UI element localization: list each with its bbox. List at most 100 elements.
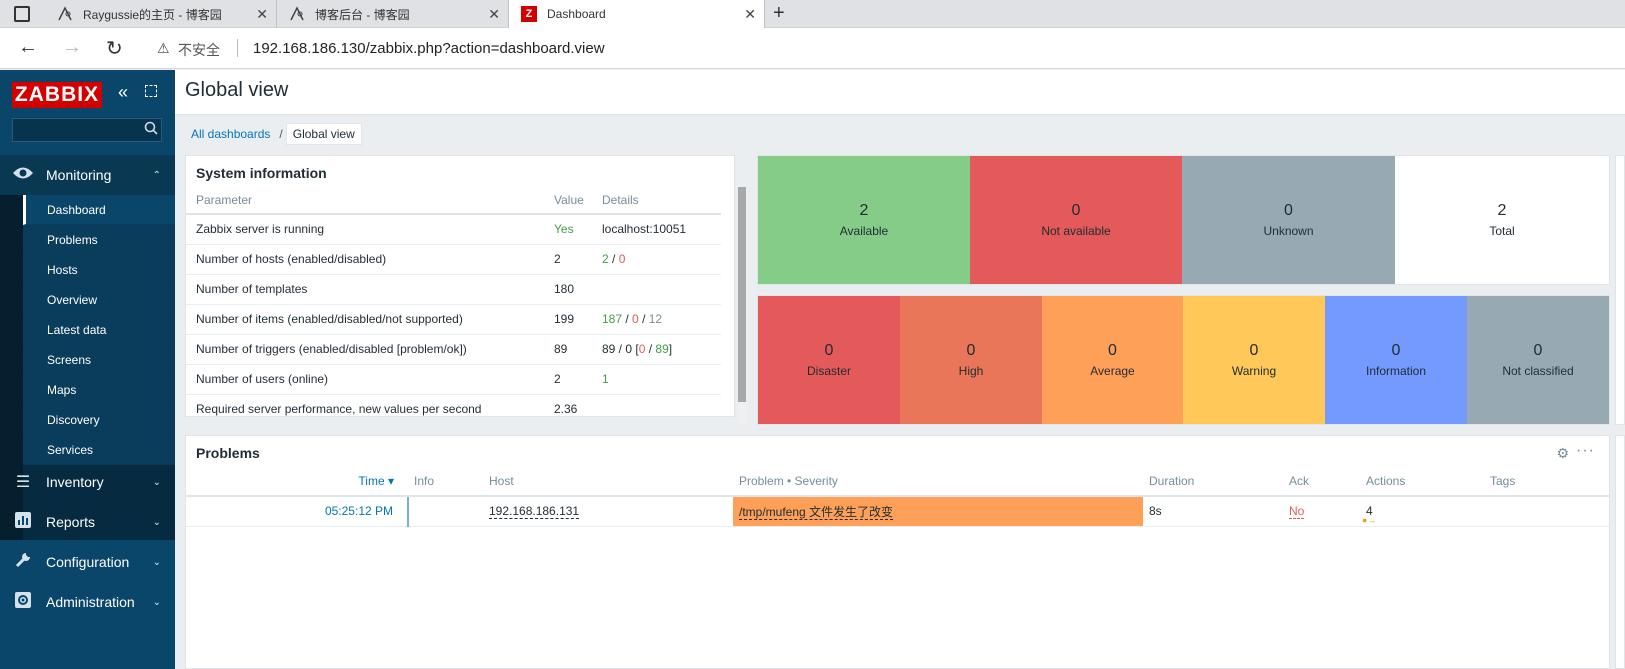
zabbix-favicon-icon: Z <box>521 6 537 22</box>
breadcrumb-separator: / <box>279 127 283 141</box>
col-time[interactable]: Time ▾ <box>186 466 408 497</box>
scrollbar-thumb[interactable] <box>738 187 746 402</box>
time-cell[interactable]: 05:25:12 PM <box>186 496 409 527</box>
gear-box-icon <box>0 591 46 613</box>
close-icon[interactable]: ✕ <box>744 6 756 23</box>
availability-tile-available[interactable]: 2 Available <box>758 156 970 284</box>
submenu-item-services[interactable]: Services <box>23 435 175 465</box>
severity-tile-warning[interactable]: 0 Warning <box>1183 296 1325 424</box>
submenu-item-overview[interactable]: Overview <box>23 285 175 315</box>
separator: / <box>638 312 649 326</box>
table-row: Number of items (enabled/disabled/not su… <box>186 304 721 335</box>
trigger-counts: 89 / 0 [ <box>602 342 639 356</box>
severity-tile-not-classified[interactable]: 0 Not classified <box>1467 296 1609 424</box>
menu-monitoring[interactable]: Monitoring ⌃ <box>0 155 175 195</box>
collapse-sidebar-icon[interactable]: « <box>118 82 128 103</box>
security-label[interactable]: 不安全 <box>178 40 220 60</box>
severity-tile-disaster[interactable]: 0 Disaster <box>758 296 900 424</box>
url-text[interactable]: 192.168.186.130/zabbix.php?action=dashbo… <box>253 40 605 57</box>
main-content: Global view All dashboards / Global view… <box>175 70 1625 669</box>
submenu-item-screens[interactable]: Screens <box>23 345 175 375</box>
param-cell: Required server performance, new values … <box>186 394 544 425</box>
close-icon[interactable]: ✕ <box>488 6 500 23</box>
more-options-icon[interactable]: ··· <box>1576 442 1595 460</box>
forward-icon[interactable]: → <box>62 36 82 59</box>
browser-tab-title: Dashboard <box>547 7 606 21</box>
disabled-count: 0 <box>632 312 639 326</box>
enabled-count: 187 <box>602 312 623 326</box>
browser-tab-3[interactable]: Z Dashboard ✕ <box>509 0 765 28</box>
tile-label: Average <box>1090 364 1135 378</box>
breadcrumb: All dashboards / Global view <box>185 123 362 145</box>
col-parameter: Parameter <box>186 186 544 215</box>
col-details: Details <box>592 186 721 215</box>
submenu-item-discovery[interactable]: Discovery <box>23 405 175 435</box>
window-menu-icon[interactable] <box>14 6 30 22</box>
table-row: Number of hosts (enabled/disabled) 2 2 /… <box>186 244 721 275</box>
menu-configuration[interactable]: Configuration ⌄ <box>0 542 175 582</box>
tile-label: Warning <box>1231 364 1277 378</box>
menu-administration[interactable]: Administration ⌄ <box>0 582 175 622</box>
kiosk-mode-icon[interactable] <box>145 85 157 97</box>
severity-tile-average[interactable]: 0 Average <box>1042 296 1183 424</box>
menu-reports[interactable]: Reports ⌄ <box>0 502 175 542</box>
reload-icon[interactable]: ↻ <box>106 36 123 61</box>
back-icon[interactable]: ← <box>18 36 38 59</box>
param-cell: Number of triggers (enabled/disabled [pr… <box>186 334 544 365</box>
availability-tile-total[interactable]: 2 Total <box>1395 156 1609 284</box>
value-cell: 2.36 <box>544 394 592 425</box>
problems-widget: Problems ⚙ ··· Time ▾ Info Host Problem … <box>185 435 1610 669</box>
scrollbar[interactable] <box>738 187 746 424</box>
browser-tab-1[interactable]: Raygussie的主页 - 博客园 ✕ <box>45 0 277 28</box>
severity-widget: 0 Disaster 0 High 0 Average 0 Warning 0 … <box>757 295 1610 425</box>
availability-tile-unknown[interactable]: 0 Unknown <box>1182 156 1395 284</box>
col-problem-severity[interactable]: Problem • Severity <box>733 466 1143 497</box>
close-icon[interactable]: ✕ <box>256 6 268 23</box>
table-row: Number of users (online) 2 1 <box>186 364 721 395</box>
breadcrumb-all-dashboards[interactable]: All dashboards <box>185 124 276 144</box>
submenu-item-dashboard[interactable]: Dashboard <box>23 195 175 225</box>
chevron-up-icon: ⌃ <box>152 169 161 181</box>
search-icon[interactable] <box>144 121 158 138</box>
gear-icon[interactable]: ⚙ <box>1556 445 1569 462</box>
warning-icon[interactable]: ⚠ <box>157 40 170 57</box>
system-info-table: Parameter Value Details Zabbix server is… <box>186 186 721 425</box>
actions-indicator[interactable]: 4 ●→ <box>1362 504 1376 525</box>
tile-label: Not classified <box>1502 364 1574 378</box>
submenu-item-maps[interactable]: Maps <box>23 375 175 405</box>
submenu-item-latest-data[interactable]: Latest data <box>23 315 175 345</box>
col-value: Value <box>544 186 592 215</box>
submenu-item-hosts[interactable]: Hosts <box>23 255 175 285</box>
severity-tile-information[interactable]: 0 Information <box>1325 296 1467 424</box>
severity-tile-high[interactable]: 0 High <box>900 296 1042 424</box>
menu-label: Configuration <box>46 554 130 570</box>
host-link[interactable]: 192.168.186.131 <box>489 504 580 520</box>
submenu-item-problems[interactable]: Problems <box>23 225 175 255</box>
col-duration: Duration <box>1143 466 1283 497</box>
zabbix-logo[interactable]: ZABBIX <box>12 82 102 108</box>
ack-cell: No <box>1283 496 1360 527</box>
browser-tab-2[interactable]: 博客后台 - 博客园 ✕ <box>277 0 509 28</box>
table-row: Number of triggers (enabled/disabled [pr… <box>186 334 721 365</box>
availability-tile-not-available[interactable]: 0 Not available <box>970 156 1182 284</box>
table-row: Zabbix server is running Yes localhost:1… <box>186 214 721 245</box>
value-cell: Yes <box>544 214 592 245</box>
problem-link[interactable]: /tmp/mufeng 文件发生了改变 <box>739 504 894 520</box>
host-availability-widget: 2 Available 0 Not available 0 Unknown 2 … <box>757 155 1610 285</box>
breadcrumb-current[interactable]: Global view <box>285 123 362 145</box>
col-host[interactable]: Host <box>483 466 733 497</box>
details-cell: 187 / 0 / 12 <box>592 304 721 335</box>
tile-count: 0 <box>824 342 834 359</box>
ack-link[interactable]: No <box>1289 504 1305 520</box>
wrench-icon <box>0 552 46 573</box>
new-tab-icon[interactable]: + <box>773 2 785 25</box>
ok-count: 89 <box>655 342 669 356</box>
chevron-down-icon: ⌄ <box>152 476 161 488</box>
tile-label: Available <box>839 224 889 238</box>
menu-inventory[interactable]: ☰ Inventory ⌄ <box>0 462 175 502</box>
host-cell: 192.168.186.131 <box>483 496 733 527</box>
table-row: Required server performance, new values … <box>186 394 721 425</box>
partial-widget <box>1615 435 1625 669</box>
address-bar: ← → ↻ ⚠ 不安全 192.168.186.130/zabbix.php?a… <box>0 28 1625 69</box>
search-input[interactable] <box>12 118 162 142</box>
